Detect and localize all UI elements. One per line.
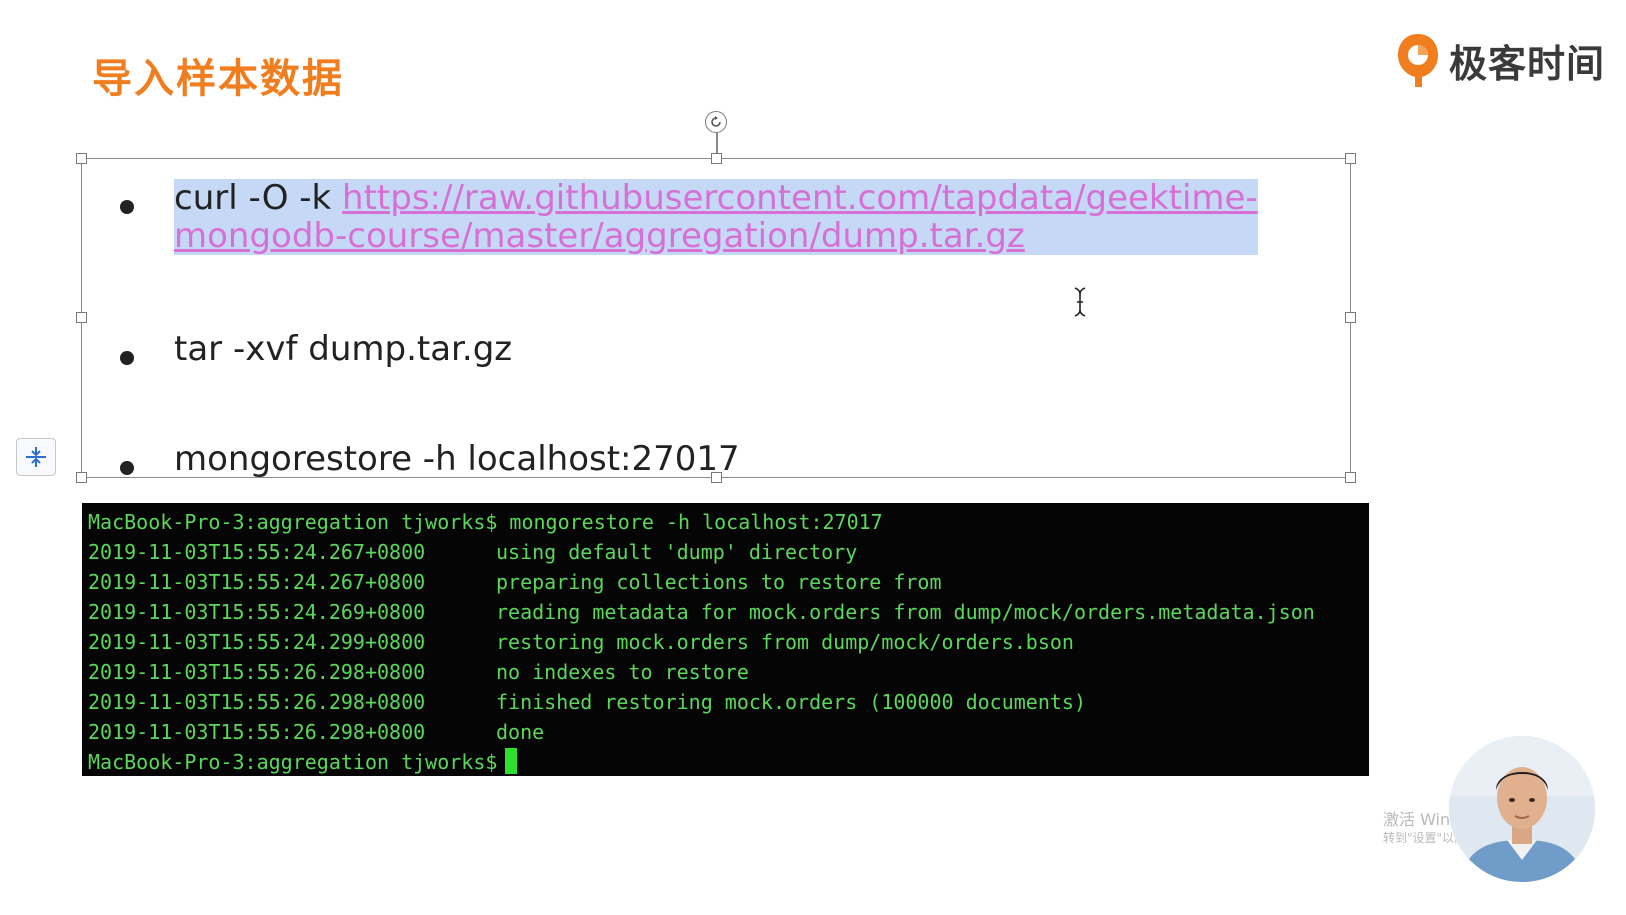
text-cursor-icon (1073, 286, 1087, 324)
resize-handle-top-middle[interactable] (711, 153, 722, 164)
log-timestamp: 2019-11-03T15:55:24.267+0800 (88, 570, 426, 594)
terminal-log-line: 2019-11-03T15:55:26.298+0800 finished res… (88, 687, 1369, 717)
geektime-logo-icon (1398, 34, 1438, 87)
resize-handle-bottom-right[interactable] (1345, 472, 1356, 483)
tar-command: tar -xvf dump.tar.gz (174, 329, 513, 369)
terminal-log-line: 2019-11-03T15:55:24.267+0800 using defaul… (88, 537, 1369, 567)
slide-canvas: 导入样本数据 极客时间 curl -O -k https://raw.githu… (0, 0, 1626, 915)
log-message: finished restoring mock.orders (100000 d… (496, 690, 1087, 714)
bullet-item-mongorestore[interactable]: mongorestore -h localhost:27017 (120, 440, 740, 478)
resize-handle-bottom-left[interactable] (76, 472, 87, 483)
presenter-video (1449, 736, 1595, 882)
slide-title: 导入样本数据 (92, 56, 344, 102)
terminal-window[interactable]: MacBook-Pro-3:aggregation tjworks$ mongo… (82, 503, 1369, 776)
resize-handle-middle-right[interactable] (1345, 312, 1356, 323)
terminal-log-line: 2019-11-03T15:55:26.298+0800 no indexes t… (88, 657, 1369, 687)
terminal-prompt: MacBook-Pro-3:aggregation tjworks$ (88, 750, 498, 774)
log-timestamp: 2019-11-03T15:55:24.299+0800 (88, 630, 426, 654)
terminal-log-line: 2019-11-03T15:55:24.267+0800 preparing co… (88, 567, 1369, 597)
terminal-command-line: MacBook-Pro-3:aggregation tjworks$ mongo… (88, 510, 883, 534)
selected-text[interactable]: curl -O -k https://raw.githubusercontent… (174, 179, 1258, 255)
log-timestamp: 2019-11-03T15:55:26.298+0800 (88, 660, 426, 684)
bullet-item-curl[interactable]: curl -O -k https://raw.githubusercontent… (120, 179, 1258, 255)
log-message: no indexes to restore (496, 660, 749, 684)
resize-handle-middle-left[interactable] (76, 312, 87, 323)
brand-name: 极客时间 (1449, 41, 1606, 86)
log-message: preparing collections to restore from (496, 570, 942, 594)
log-message: done (496, 720, 545, 744)
log-timestamp: 2019-11-03T15:55:24.269+0800 (88, 600, 426, 624)
vertical-distribute-icon[interactable] (16, 438, 56, 476)
terminal-prompt-line[interactable]: MacBook-Pro-3:aggregation tjworks$ (88, 747, 1369, 776)
download-link-part1[interactable]: https://raw.githubusercontent.com/tapdat… (342, 178, 1258, 218)
terminal-cursor (505, 748, 518, 774)
log-timestamp: 2019-11-03T15:55:26.298+0800 (88, 690, 426, 714)
download-link-part2[interactable]: mongodb-course/master/aggregation/dump.t… (174, 216, 1025, 256)
log-message: restoring mock.orders from dump/mock/ord… (496, 630, 1074, 654)
bullet-dot (120, 351, 134, 365)
resize-handle-top-right[interactable] (1345, 153, 1356, 164)
terminal-log-line: 2019-11-03T15:55:24.269+0800 reading meta… (88, 597, 1369, 627)
log-timestamp: 2019-11-03T15:55:26.298+0800 (88, 720, 426, 744)
mongorestore-command: mongorestore -h localhost:27017 (174, 439, 740, 479)
bullet-dot (120, 461, 134, 475)
log-timestamp: 2019-11-03T15:55:24.267+0800 (88, 540, 426, 564)
log-message: using default 'dump' directory (496, 540, 858, 564)
rotate-icon[interactable] (705, 111, 727, 133)
terminal-log-line: 2019-11-03T15:55:26.298+0800 done (88, 717, 1369, 747)
presenter-avatar-icon (1449, 736, 1595, 882)
terminal-log-line: 2019-11-03T15:55:24.299+0800 restoring mo… (88, 627, 1369, 657)
bullet-dot (120, 200, 134, 214)
bullet-item-tar[interactable]: tar -xvf dump.tar.gz (120, 330, 512, 368)
resize-handle-top-left[interactable] (76, 153, 87, 164)
brand: 极客时间 (1395, 30, 1620, 90)
curl-command: curl -O -k (174, 178, 343, 218)
log-message: reading metadata for mock.orders from du… (496, 600, 1315, 624)
